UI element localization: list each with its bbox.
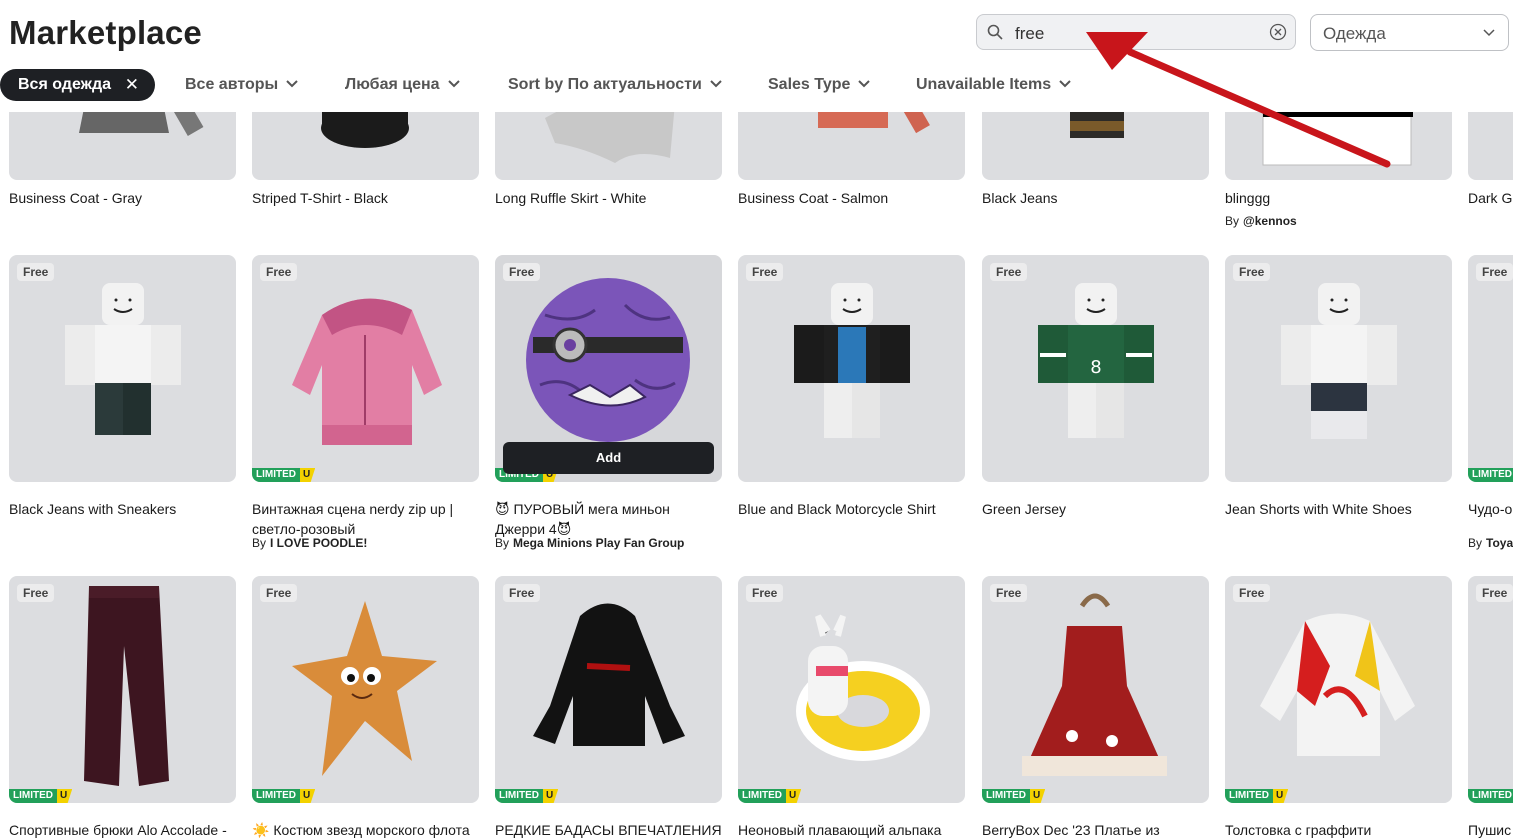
free-badge: Free xyxy=(503,584,541,602)
item-name[interactable]: РЕДКИЕ БАДАСЫ ВПЕЧАТЛЕНИЯ xyxy=(495,820,722,839)
filter-label: Любая цена xyxy=(345,76,440,93)
filter-label: Sort by По актуальности xyxy=(508,76,702,93)
free-badge: Free xyxy=(990,584,1028,602)
item-thumbnail[interactable]: Free LIMITEDU xyxy=(1468,255,1513,482)
item-creator[interactable]: By @kennos xyxy=(1225,214,1297,228)
item-name[interactable]: Неоновый плавающий альпака xyxy=(738,820,965,839)
filter-unavailable-items[interactable]: Unavailable Items xyxy=(916,76,1071,94)
clear-search-icon[interactable] xyxy=(1269,23,1287,41)
item-name[interactable]: 😈 ПУРОВЫЙ мега миньон Джерри 4😈 xyxy=(495,499,722,539)
chevron-down-icon xyxy=(447,80,460,88)
add-button[interactable]: Add xyxy=(503,442,714,474)
limited-badge: LIMITEDU xyxy=(982,789,1046,803)
item-name[interactable]: Green Jersey xyxy=(982,499,1209,519)
item-name[interactable]: Винтажная сцена nerdy zip up | светло-ро… xyxy=(252,499,479,539)
search-input[interactable]: free xyxy=(976,14,1296,50)
item-thumbnail[interactable]: Free LIMITEDU xyxy=(252,255,479,482)
item-name[interactable]: Striped T-Shirt - Black xyxy=(252,188,479,208)
free-badge: Free xyxy=(1233,584,1271,602)
item-name[interactable]: Dark Gr xyxy=(1468,188,1513,208)
close-icon[interactable]: ✕ xyxy=(125,75,139,95)
limited-badge: LIMITEDU xyxy=(738,789,802,803)
item-thumbnail[interactable]: Free LIMITEDU xyxy=(9,576,236,803)
free-badge: Free xyxy=(1476,584,1513,602)
free-badge: Free xyxy=(746,584,784,602)
item-name[interactable]: BerryBox Dec '23 Платье из xyxy=(982,820,1209,839)
active-filter-label: Вся одежда xyxy=(18,76,112,93)
search-icon xyxy=(987,24,1003,40)
free-badge: Free xyxy=(1233,263,1271,281)
item-creator[interactable]: By Toya xyxy=(1468,536,1513,550)
item-thumbnail[interactable]: Free xyxy=(9,255,236,482)
limited-badge: LIMITEDU xyxy=(9,789,73,803)
catalog-grid: Business Coat - Gray Striped T-Shirt - B… xyxy=(0,0,1513,839)
category-select[interactable]: Одежда xyxy=(1310,14,1509,51)
svg-text:8: 8 xyxy=(1090,357,1101,378)
free-badge: Free xyxy=(746,263,784,281)
limited-badge: LIMITEDU xyxy=(1468,468,1513,482)
free-badge: Free xyxy=(260,263,298,281)
item-name[interactable]: Black Jeans xyxy=(982,188,1209,208)
category-select-value: Одежда xyxy=(1323,24,1386,43)
chevron-down-icon xyxy=(858,80,871,88)
limited-badge: LIMITEDU xyxy=(1468,789,1513,803)
limited-badge: LIMITEDU xyxy=(252,468,316,482)
item-name[interactable]: Business Coat - Gray xyxy=(9,188,236,208)
item-name[interactable]: Толстовка с граффити xyxy=(1225,820,1452,839)
item-thumbnail[interactable]: Free xyxy=(738,255,965,482)
item-name[interactable]: blinggg xyxy=(1225,188,1452,208)
filter-sort[interactable]: Sort by По актуальности xyxy=(508,76,722,94)
item-name[interactable]: ☀️ Костюм звезд морского флота xyxy=(252,820,479,839)
filter-sales-type[interactable]: Sales Type xyxy=(768,76,871,94)
marketplace-header: Marketplace free Одежда Вся одежда ✕ Все… xyxy=(0,0,1513,112)
item-name[interactable]: Спортивные брюки Alo Accolade - xyxy=(9,820,236,839)
filter-label: Все авторы xyxy=(185,76,279,93)
item-creator[interactable]: By I LOVE POODLE! xyxy=(252,536,367,550)
item-name[interactable]: Business Coat - Salmon xyxy=(738,188,965,208)
free-badge: Free xyxy=(990,263,1028,281)
chevron-down-icon xyxy=(1059,80,1071,88)
item-thumbnail[interactable]: Free LIMITEDU xyxy=(1468,576,1513,803)
item-name[interactable]: Jean Shorts with White Shoes xyxy=(1225,499,1452,519)
item-thumbnail[interactable]: Free LIMITED U Add xyxy=(495,255,722,482)
item-thumbnail[interactable]: Free LIMITEDU xyxy=(495,576,722,803)
item-name[interactable]: Black Jeans with Sneakers xyxy=(9,499,236,519)
active-filter-chip[interactable]: Вся одежда ✕ xyxy=(0,69,155,101)
free-badge: Free xyxy=(17,263,55,281)
free-badge: Free xyxy=(503,263,541,281)
filter-creator[interactable]: Все авторы xyxy=(185,76,298,94)
limited-badge: LIMITEDU xyxy=(495,789,559,803)
page-title: Marketplace xyxy=(9,14,202,51)
item-thumbnail[interactable]: Free LIMITEDU xyxy=(252,576,479,803)
filter-label: Sales Type xyxy=(768,76,851,93)
item-thumbnail[interactable]: Free xyxy=(1225,255,1452,482)
free-badge: Free xyxy=(1476,263,1513,281)
chevron-down-icon xyxy=(286,80,298,88)
filter-label: Unavailable Items xyxy=(916,76,1052,93)
limited-badge: LIMITEDU xyxy=(1225,789,1289,803)
item-thumbnail[interactable]: 8 Free xyxy=(982,255,1209,482)
item-name[interactable]: Long Ruffle Skirt - White xyxy=(495,188,722,208)
filter-bar: Вся одежда ✕ Все авторы Любая цена Sort … xyxy=(0,69,1513,101)
limited-badge: LIMITEDU xyxy=(252,789,316,803)
item-thumbnail[interactable]: Free LIMITEDU xyxy=(738,576,965,803)
item-thumbnail[interactable]: Free LIMITEDU xyxy=(1225,576,1452,803)
chevron-down-icon xyxy=(710,80,722,88)
chevron-down-icon xyxy=(1483,29,1495,37)
item-name[interactable]: Чудо-о Марин xyxy=(1468,499,1513,519)
item-name[interactable]: Пушис xyxy=(1468,820,1513,839)
item-creator[interactable]: By Mega Minions Play Fan Group xyxy=(495,536,684,550)
filter-price[interactable]: Любая цена xyxy=(345,76,460,94)
search-value[interactable]: free xyxy=(1015,24,1044,44)
free-badge: Free xyxy=(260,584,298,602)
item-name[interactable]: Blue and Black Motorcycle Shirt xyxy=(738,499,965,519)
item-thumbnail[interactable]: Free LIMITEDU xyxy=(982,576,1209,803)
free-badge: Free xyxy=(17,584,55,602)
